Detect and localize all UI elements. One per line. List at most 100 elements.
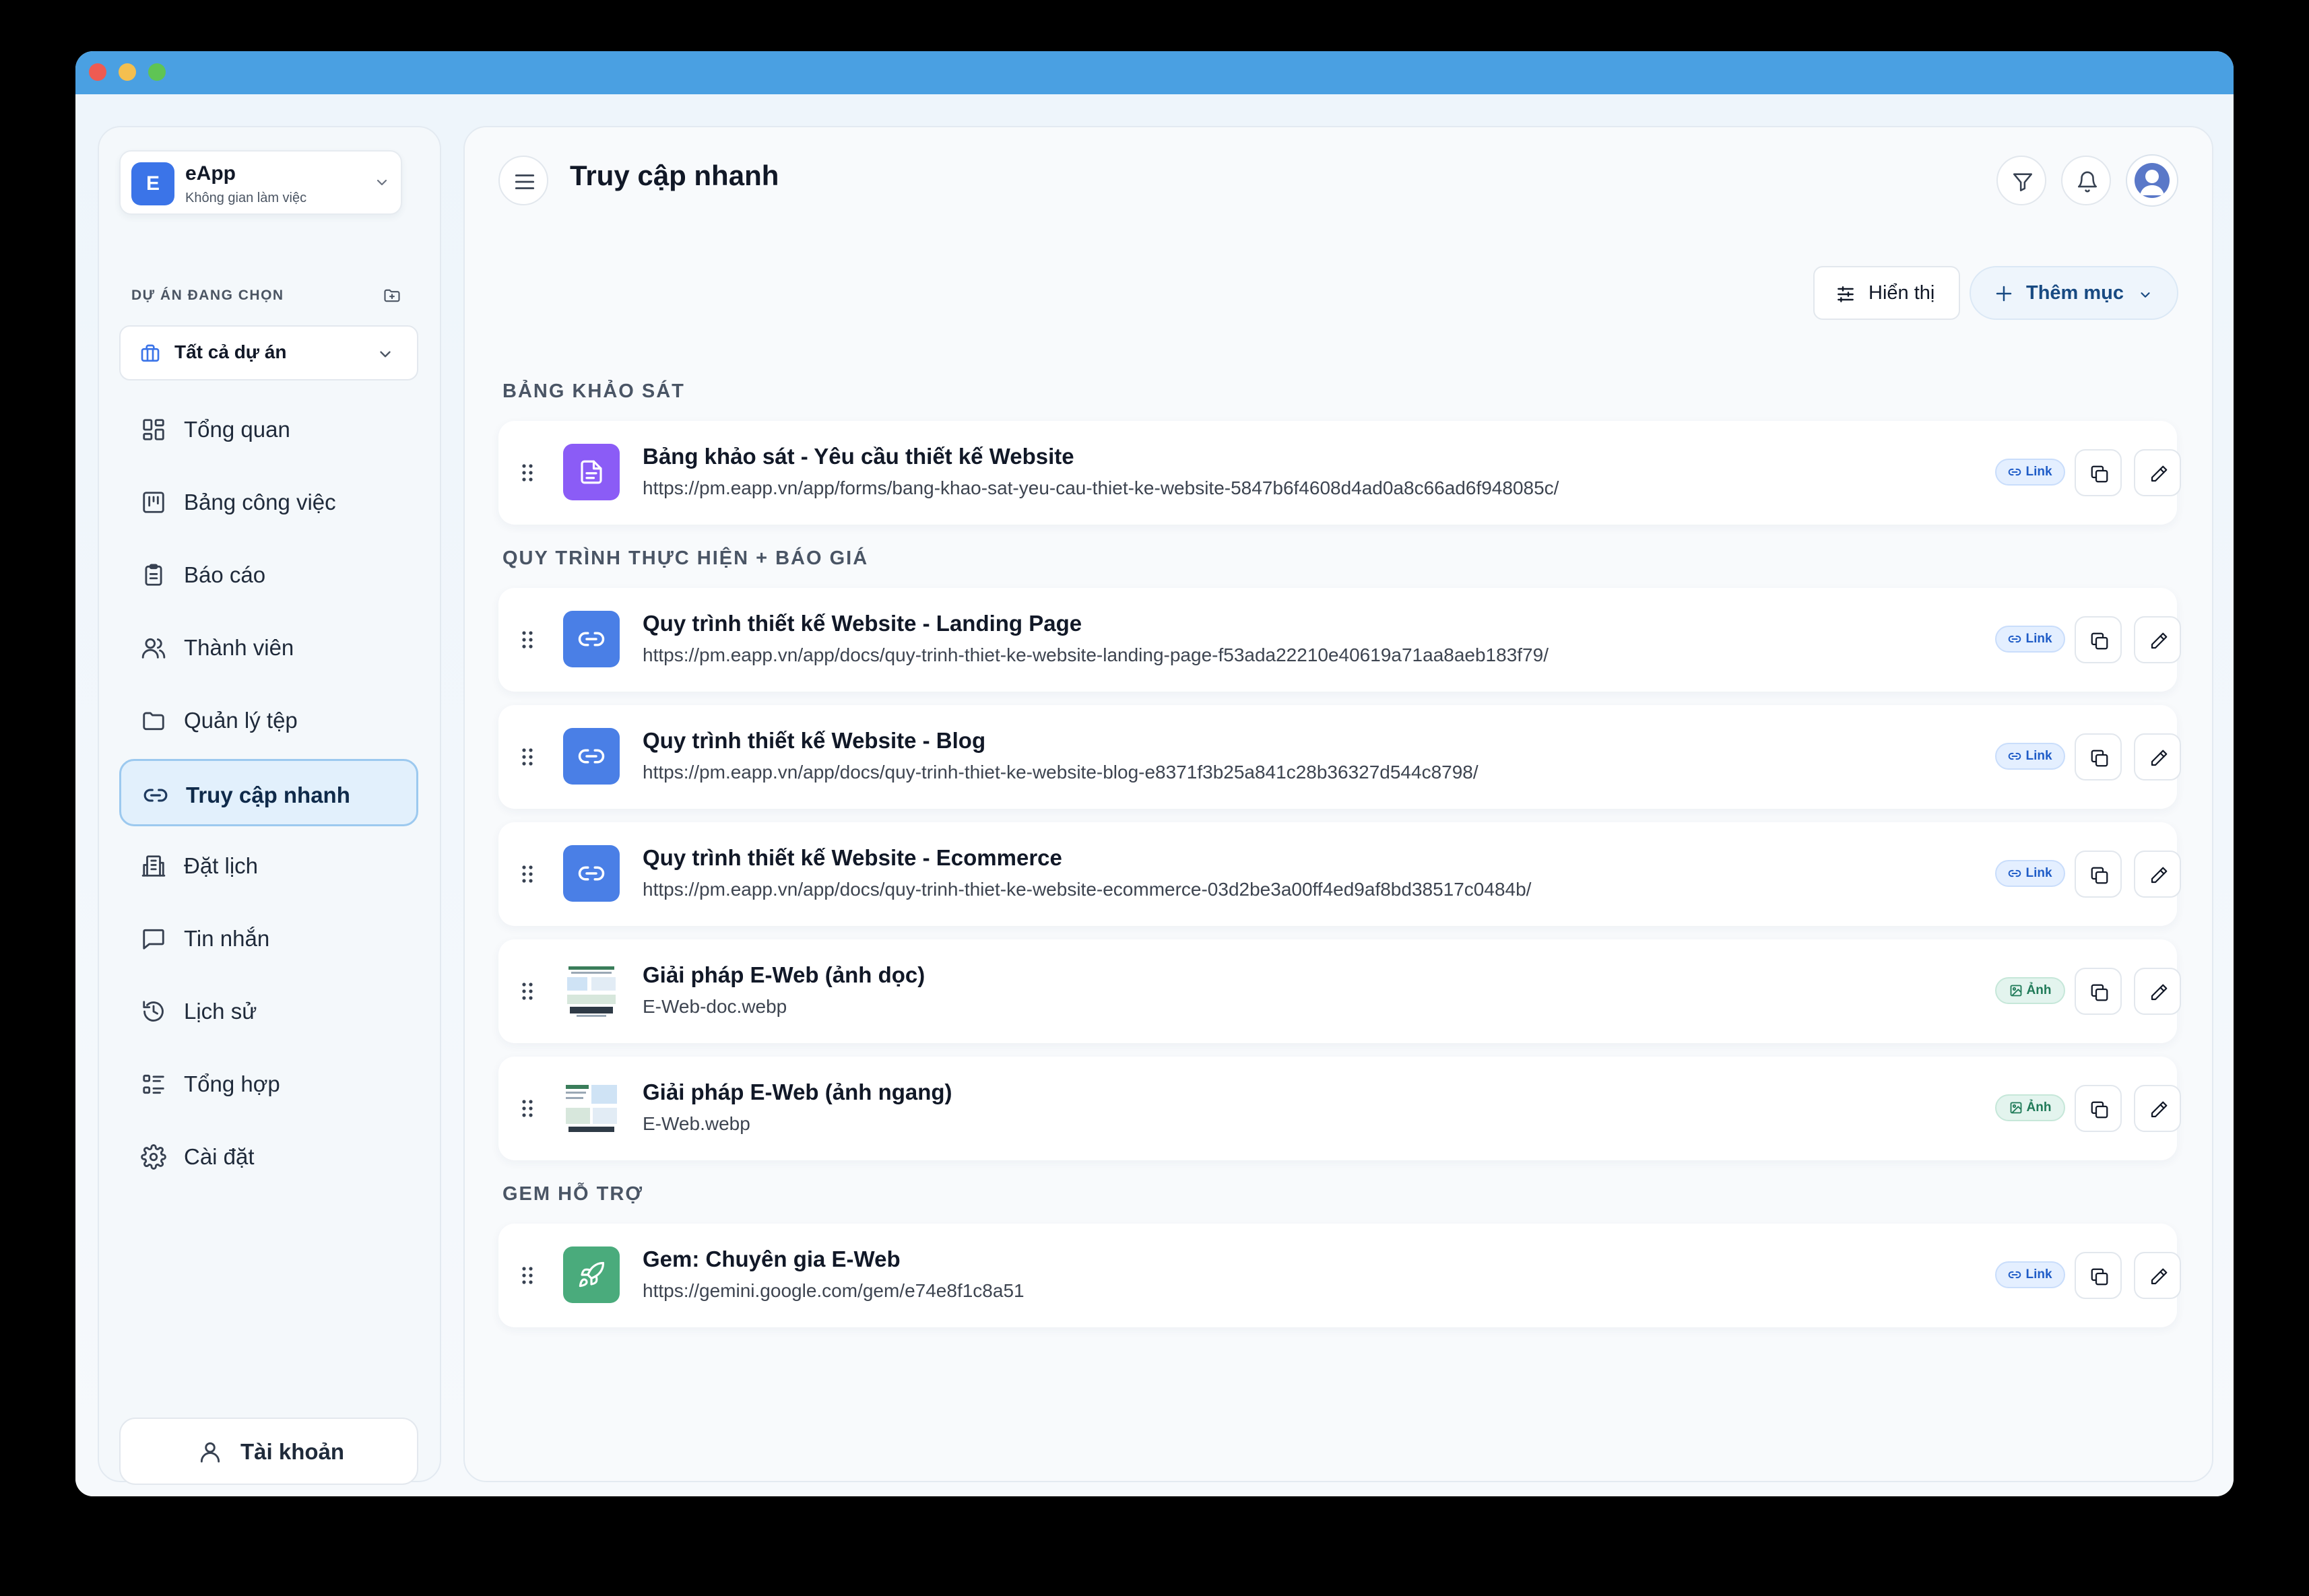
sidebar-item-tong-hop[interactable]: Tổng hợp	[119, 1050, 418, 1117]
link-badge: Link	[1995, 860, 2065, 887]
section-title: GEM HỖ TRỢ	[502, 1183, 644, 1205]
sidebar-item-label: Tin nhắn	[184, 926, 270, 951]
item-title[interactable]: Giải pháp E-Web (ảnh ngang)	[643, 1079, 952, 1105]
sidebar-item-quan-ly-tep[interactable]: Quản lý tệp	[119, 686, 418, 754]
image-badge: Ảnh	[1995, 1094, 2065, 1121]
image-thumbnail	[563, 1079, 620, 1136]
account-label: Tài khoản	[240, 1439, 345, 1464]
link-icon	[563, 611, 620, 667]
history-icon	[143, 1001, 164, 1022]
sidebar-item-label: Truy cập nhanh	[186, 783, 350, 807]
edit-button[interactable]	[2134, 616, 2181, 663]
item-title[interactable]: Giải pháp E-Web (ảnh dọc)	[643, 962, 925, 988]
folder-plus-icon[interactable]	[382, 286, 402, 305]
item-title[interactable]: Gem: Chuyên gia E-Web	[643, 1246, 901, 1272]
drag-handle-icon[interactable]	[521, 1098, 533, 1119]
workspace-switcher[interactable]: E eApp Không gian làm việc	[119, 150, 402, 215]
link-badge: Link	[1995, 1261, 2065, 1288]
drag-handle-icon[interactable]	[521, 463, 533, 483]
display-options-button[interactable]: Hiển thị	[1813, 266, 1960, 320]
item-url[interactable]: https://pm.eapp.vn/app/docs/quy-trinh-th…	[643, 644, 1549, 666]
item-url[interactable]: https://pm.eapp.vn/app/docs/quy-trinh-th…	[643, 879, 1531, 900]
filter-button[interactable]	[1996, 156, 2046, 205]
account-button[interactable]: Tài khoản	[119, 1418, 418, 1485]
edit-button[interactable]	[2134, 1252, 2181, 1299]
image-icon	[2010, 985, 2021, 997]
list-item[interactable]: Gem: Chuyên gia E-Web https://gemini.goo…	[498, 1224, 2181, 1327]
list-item[interactable]: Bảng khảo sát - Yêu cầu thiết kế Website…	[498, 421, 2181, 525]
drag-handle-icon[interactable]	[521, 630, 533, 650]
sidebar-item-bao-cao[interactable]: Báo cáo	[119, 541, 418, 608]
sidebar-item-dat-lich[interactable]: Đặt lịch	[119, 832, 418, 899]
copy-button[interactable]	[2075, 733, 2122, 780]
list-item[interactable]: Giải pháp E-Web (ảnh dọc) E-Web-doc.webp…	[498, 939, 2181, 1043]
item-title[interactable]: Quy trình thiết kế Website - Blog	[643, 728, 985, 754]
item-title[interactable]: Bảng khảo sát - Yêu cầu thiết kế Website	[643, 444, 1074, 469]
sidebar-item-tong-quan[interactable]: Tổng quan	[119, 395, 418, 463]
notifications-button[interactable]	[2061, 156, 2111, 205]
badge-label: Link	[2025, 465, 2052, 479]
sidebar-item-label: Quản lý tệp	[184, 708, 298, 733]
list-item[interactable]: Quy trình thiết kế Website - Blog https:…	[498, 705, 2181, 809]
link-icon	[2009, 635, 2021, 643]
item-title[interactable]: Quy trình thiết kế Website - Ecommerce	[643, 845, 1062, 871]
list-item[interactable]: Quy trình thiết kế Website - Landing Pag…	[498, 588, 2181, 692]
edit-button[interactable]	[2134, 1085, 2181, 1132]
list-item[interactable]: Quy trình thiết kế Website - Ecommerce h…	[498, 822, 2181, 926]
edit-button[interactable]	[2134, 733, 2181, 780]
plus-icon	[1996, 286, 2012, 302]
copy-icon	[2091, 632, 2108, 650]
item-url[interactable]: https://gemini.google.com/gem/e74e8f1c8a…	[643, 1280, 1025, 1302]
sidebar-item-thanh-vien[interactable]: Thành viên	[119, 613, 418, 681]
link-icon	[143, 789, 168, 802]
add-item-button[interactable]: Thêm mục	[1970, 266, 2178, 320]
drag-handle-icon[interactable]	[521, 1265, 533, 1286]
section-title: BẢNG KHẢO SÁT	[502, 380, 685, 402]
chevron-down-icon	[380, 351, 391, 358]
item-url[interactable]: https://pm.eapp.vn/app/docs/quy-trinh-th…	[643, 762, 1478, 783]
sidebar-item-label: Đặt lịch	[184, 853, 259, 878]
item-url[interactable]: E-Web.webp	[643, 1113, 750, 1135]
sidebar-item-cai-dat[interactable]: Cài đặt	[119, 1123, 418, 1190]
badge-label: Link	[2025, 632, 2052, 646]
item-url[interactable]: https://pm.eapp.vn/app/forms/bang-khao-s…	[643, 477, 1559, 499]
clipboard-icon	[145, 564, 162, 586]
users-icon	[141, 638, 166, 659]
badge-label: Ảnh	[2026, 983, 2052, 997]
workspace-avatar: E	[131, 162, 174, 205]
minimize-window-button[interactable]	[119, 63, 136, 81]
maximize-window-button[interactable]	[148, 63, 166, 81]
drag-handle-icon[interactable]	[521, 747, 533, 767]
edit-button[interactable]	[2134, 851, 2181, 898]
drag-handle-icon[interactable]	[521, 864, 533, 884]
copy-icon	[2091, 867, 2108, 884]
user-avatar-button[interactable]	[2126, 154, 2178, 207]
link-badge: Link	[1995, 626, 2065, 653]
menu-toggle-button[interactable]	[498, 156, 548, 205]
item-title[interactable]: Quy trình thiết kế Website - Landing Pag…	[643, 611, 1082, 636]
copy-button[interactable]	[2075, 851, 2122, 898]
image-icon	[2010, 1102, 2021, 1114]
close-window-button[interactable]	[89, 63, 106, 81]
copy-button[interactable]	[2075, 968, 2122, 1015]
drag-handle-icon[interactable]	[521, 981, 533, 1001]
edit-button[interactable]	[2134, 449, 2181, 496]
copy-button[interactable]	[2075, 449, 2122, 496]
sidebar-item-bang-cong-viec[interactable]: Bảng công việc	[119, 468, 418, 535]
copy-button[interactable]	[2075, 1085, 2122, 1132]
add-item-label: Thêm mục	[2026, 282, 2124, 304]
workspace-subtitle: Không gian làm việc	[185, 191, 307, 205]
item-url[interactable]: E-Web-doc.webp	[643, 996, 787, 1018]
sidebar-item-lich-su[interactable]: Lịch sử	[119, 977, 418, 1044]
project-select[interactable]: Tất cả dự án	[119, 325, 418, 380]
sidebar-item-truy-cap-nhanh[interactable]: Truy cập nhanh	[119, 759, 418, 826]
copy-button[interactable]	[2075, 616, 2122, 663]
copy-button[interactable]	[2075, 1252, 2122, 1299]
copy-icon	[2091, 1101, 2108, 1119]
sidebar-nav: Tổng quan Bảng công việc Báo cáo Thành v…	[119, 395, 418, 1195]
edit-button[interactable]	[2134, 968, 2181, 1015]
list-item[interactable]: Giải pháp E-Web (ảnh ngang) E-Web.webp Ả…	[498, 1057, 2181, 1160]
link-icon	[2009, 1271, 2021, 1279]
sidebar-item-tin-nhan[interactable]: Tin nhắn	[119, 904, 418, 972]
app-window: E eApp Không gian làm việc DỰ ÁN ĐANG CH…	[75, 51, 2234, 1496]
